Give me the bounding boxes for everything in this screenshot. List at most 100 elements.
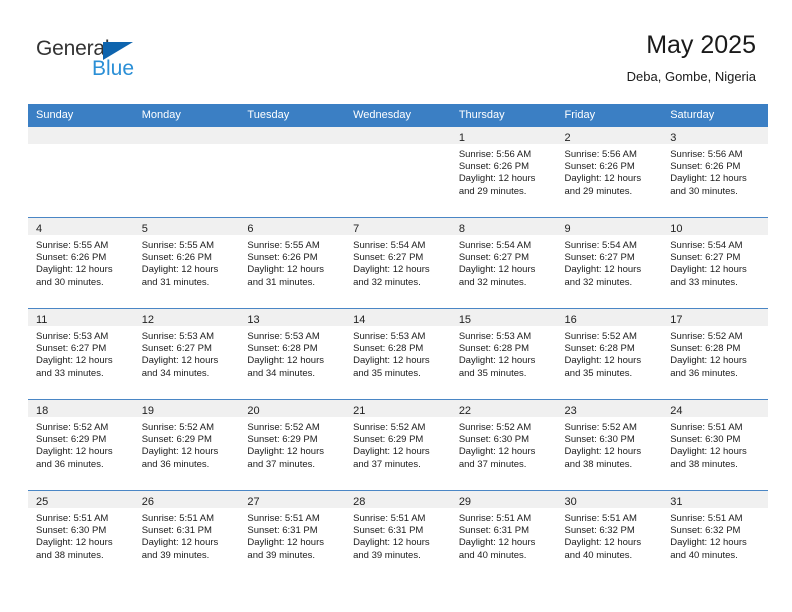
- day-detail-line: Sunrise: 5:56 AM: [564, 149, 637, 160]
- date-number: 7: [353, 223, 360, 235]
- day-detail-line: Daylight: 12 hours: [458, 355, 536, 367]
- day-details: Sunrise: 5:52 AM Sunset: 6:28 PM Daylight:…: [662, 326, 768, 380]
- day-details: Sunrise: 5:53 AM Sunset: 6:27 PM Daylight:…: [28, 326, 134, 380]
- day-detail-line: and 35 minutes.: [353, 367, 421, 379]
- calendar-body: 1 Sunrise: 5:56 AM Sunset: 6:26 PM Daylight…: [28, 127, 768, 581]
- day-detail-line: Sunrise: 5:54 AM: [353, 240, 426, 251]
- calendar-day-cell[interactable]: 19 Sunrise: 5:52 AM Sunset: 6:29 PM Dayligh…: [133, 399, 240, 491]
- day-detail-line: and 33 minutes.: [36, 367, 104, 379]
- day-detail-line: Sunrise: 5:53 AM: [36, 331, 109, 342]
- calendar-day-cell[interactable]: 3 Sunrise: 5:56 AM Sunset: 6:26 PM Daylight…: [662, 127, 768, 218]
- calendar-day-cell[interactable]: 24 Sunrise: 5:51 AM Sunset: 6:30 PM Dayligh…: [662, 399, 768, 491]
- weekday-header-saturday: Saturday: [662, 104, 768, 127]
- day-details: Sunrise: 5:55 AM Sunset: 6:26 PM Daylight:…: [134, 235, 240, 289]
- day-detail-line: Sunrise: 5:53 AM: [247, 331, 320, 342]
- day-detail-line: Sunrise: 5:51 AM: [36, 513, 109, 524]
- date-number: 10: [670, 223, 683, 235]
- date-band: [28, 127, 134, 144]
- calendar-day-cell[interactable]: 18 Sunrise: 5:52 AM Sunset: 6:29 PM Dayligh…: [28, 399, 134, 491]
- day-detail-line: Sunset: 6:31 PM: [247, 525, 318, 537]
- calendar-day-cell[interactable]: 13 Sunrise: 5:53 AM Sunset: 6:28 PM Dayligh…: [239, 308, 346, 400]
- date-band: [133, 127, 240, 144]
- day-detail-line: and 36 minutes.: [36, 458, 104, 470]
- date-band: 9: [556, 218, 663, 235]
- calendar-day-cell[interactable]: 1 Sunrise: 5:56 AM Sunset: 6:26 PM Daylight…: [450, 127, 557, 218]
- date-band: [345, 127, 451, 144]
- calendar-day-cell[interactable]: 5 Sunrise: 5:55 AM Sunset: 6:26 PM Daylight…: [133, 217, 240, 309]
- day-detail-line: Daylight: 12 hours: [670, 264, 747, 276]
- day-detail-line: and 37 minutes.: [247, 458, 316, 470]
- calendar-day-cell[interactable]: 2 Sunrise: 5:56 AM Sunset: 6:26 PM Daylight…: [556, 127, 663, 218]
- calendar-day-cell[interactable]: 4 Sunrise: 5:55 AM Sunset: 6:26 PM Daylight…: [28, 217, 134, 309]
- day-details: Sunrise: 5:52 AM Sunset: 6:29 PM Daylight:…: [239, 417, 345, 471]
- calendar-day-cell[interactable]: 16 Sunrise: 5:52 AM Sunset: 6:28 PM Dayligh…: [556, 308, 663, 400]
- calendar-day-cell[interactable]: 29 Sunrise: 5:51 AM Sunset: 6:31 PM Dayligh…: [450, 490, 557, 581]
- calendar-day-cell[interactable]: 6 Sunrise: 5:55 AM Sunset: 6:26 PM Daylight…: [239, 217, 346, 309]
- date-band: 17: [662, 309, 768, 326]
- calendar-day-cell[interactable]: 31 Sunrise: 5:51 AM Sunset: 6:32 PM Dayligh…: [662, 490, 768, 581]
- weekday-header-wednesday: Wednesday: [345, 104, 451, 127]
- date-number: 23: [564, 405, 577, 417]
- date-number: 22: [458, 405, 472, 417]
- date-band: 2: [556, 127, 663, 144]
- calendar-day-cell[interactable]: 23 Sunrise: 5:52 AM Sunset: 6:30 PM Dayligh…: [556, 399, 663, 491]
- calendar-day-cell[interactable]: 20 Sunrise: 5:52 AM Sunset: 6:29 PM Dayligh…: [239, 399, 346, 491]
- date-band: 16: [556, 309, 663, 326]
- day-detail-line: Sunset: 6:31 PM: [353, 525, 424, 537]
- date-number: 15: [458, 314, 472, 326]
- calendar-day-cell[interactable]: 12 Sunrise: 5:53 AM Sunset: 6:27 PM Dayligh…: [133, 308, 240, 400]
- day-detail-line: Daylight: 12 hours: [247, 537, 324, 549]
- calendar-day-cell[interactable]: 10 Sunrise: 5:54 AM Sunset: 6:27 PM Dayligh…: [662, 217, 768, 309]
- date-band: 25: [28, 491, 134, 508]
- day-detail-line: Sunrise: 5:56 AM: [458, 149, 532, 160]
- day-detail-line: Daylight: 12 hours: [141, 264, 219, 276]
- day-detail-line: and 31 minutes.: [141, 276, 210, 288]
- calendar-day-cell[interactable]: 11 Sunrise: 5:53 AM Sunset: 6:27 PM Dayligh…: [28, 308, 134, 400]
- calendar-day-cell[interactable]: 30 Sunrise: 5:51 AM Sunset: 6:32 PM Dayligh…: [556, 490, 663, 581]
- date-number: 20: [247, 405, 260, 417]
- day-detail-line: Sunset: 6:26 PM: [670, 161, 741, 173]
- day-detail-line: and 30 minutes.: [670, 185, 738, 197]
- calendar-day-cell[interactable]: 7 Sunrise: 5:54 AM Sunset: 6:27 PM Daylight…: [345, 217, 451, 309]
- calendar-day-cell[interactable]: 27 Sunrise: 5:51 AM Sunset: 6:31 PM Dayligh…: [239, 490, 346, 581]
- day-details: Sunrise: 5:53 AM Sunset: 6:28 PM Daylight:…: [451, 326, 557, 380]
- day-detail-line: Daylight: 12 hours: [670, 173, 747, 185]
- calendar-day-cell[interactable]: 14 Sunrise: 5:53 AM Sunset: 6:28 PM Dayligh…: [345, 308, 451, 400]
- day-detail-line: and 40 minutes.: [564, 549, 633, 561]
- general-blue-logo[interactable]: General Blue: [36, 38, 156, 84]
- date-number: 26: [141, 496, 154, 508]
- calendar-day-cell[interactable]: 9 Sunrise: 5:54 AM Sunset: 6:27 PM Daylight…: [556, 217, 663, 309]
- day-detail-line: and 30 minutes.: [36, 276, 104, 288]
- calendar-day-cell[interactable]: 26 Sunrise: 5:51 AM Sunset: 6:31 PM Dayligh…: [133, 490, 240, 581]
- calendar-day-cell[interactable]: 15 Sunrise: 5:53 AM Sunset: 6:28 PM Dayligh…: [450, 308, 557, 400]
- calendar-day-cell[interactable]: 28 Sunrise: 5:51 AM Sunset: 6:31 PM Dayligh…: [345, 490, 451, 581]
- day-details: [28, 144, 134, 149]
- day-detail-line: Daylight: 12 hours: [564, 173, 642, 185]
- calendar-day-cell[interactable]: 25 Sunrise: 5:51 AM Sunset: 6:30 PM Dayligh…: [28, 490, 134, 581]
- date-band: 31: [662, 491, 768, 508]
- day-detail-line: and 32 minutes.: [458, 276, 527, 288]
- day-detail-line: Sunset: 6:27 PM: [36, 343, 107, 355]
- day-detail-line: Sunrise: 5:53 AM: [141, 331, 215, 342]
- day-details: Sunrise: 5:54 AM Sunset: 6:27 PM Daylight:…: [662, 235, 768, 289]
- day-detail-line: Daylight: 12 hours: [141, 446, 219, 458]
- day-details: Sunrise: 5:53 AM Sunset: 6:28 PM Daylight:…: [239, 326, 345, 380]
- date-number: 28: [353, 496, 366, 508]
- day-details: Sunrise: 5:51 AM Sunset: 6:30 PM Daylight:…: [662, 417, 768, 471]
- calendar-day-cell[interactable]: 21 Sunrise: 5:52 AM Sunset: 6:29 PM Dayligh…: [345, 399, 451, 491]
- day-details: [134, 144, 240, 149]
- day-detail-line: Sunrise: 5:52 AM: [458, 422, 532, 433]
- date-band: 23: [556, 400, 663, 417]
- day-detail-line: Sunset: 6:29 PM: [141, 434, 212, 446]
- calendar-day-cell[interactable]: 17 Sunrise: 5:52 AM Sunset: 6:28 PM Dayligh…: [662, 308, 768, 400]
- date-band: 22: [450, 400, 557, 417]
- day-detail-line: Sunset: 6:28 PM: [247, 343, 318, 355]
- day-detail-line: Daylight: 12 hours: [458, 446, 536, 458]
- day-detail-line: Daylight: 12 hours: [564, 537, 642, 549]
- calendar-day-cell[interactable]: 22 Sunrise: 5:52 AM Sunset: 6:30 PM Dayligh…: [450, 399, 557, 491]
- day-detail-line: Sunset: 6:28 PM: [353, 343, 424, 355]
- day-detail-line: and 38 minutes.: [670, 458, 738, 470]
- day-detail-line: and 32 minutes.: [353, 276, 421, 288]
- calendar-day-cell[interactable]: 8 Sunrise: 5:54 AM Sunset: 6:27 PM Daylight…: [450, 217, 557, 309]
- date-band: 18: [28, 400, 134, 417]
